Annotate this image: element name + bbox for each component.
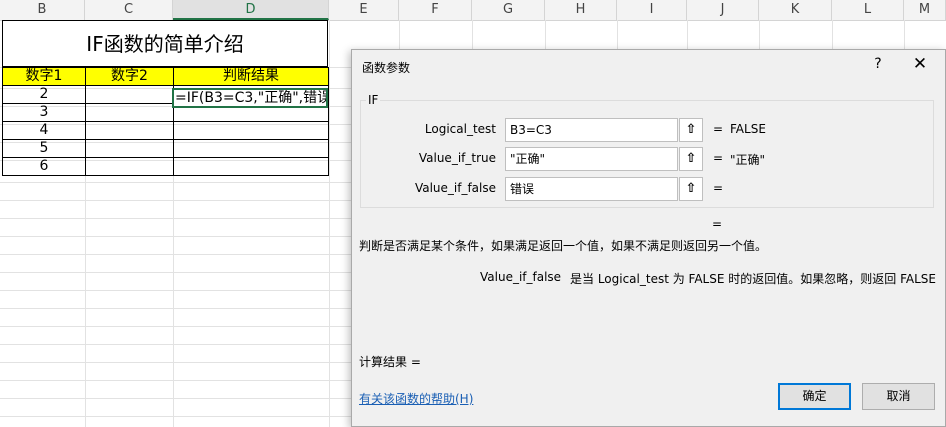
calc-result-label: 计算结果 = [359,355,421,369]
table-cell[interactable]: 2 [2,85,86,104]
argument-row-value-if-true: Value_if_true "正确" ⇧ = "正确" [352,146,946,171]
table-header-row: 数字1 数字2 判断结果 [2,67,329,86]
argument-row-logical-test: Logical_test B3=C3 ⇧ = FALSE [352,117,946,142]
table-cell[interactable] [173,121,329,140]
argument-result: "正确" [730,153,766,167]
column-header-c[interactable]: C [85,0,173,20]
argument-row-value-if-false: Value_if_false 错误 ⇧ = [352,176,946,201]
function-description: 判断是否满足某个条件，如果满足返回一个值，如果不满足则返回另一个值。 [359,239,768,253]
data-table: 数字1 数字2 判断结果 2 3 4 5 6 [2,67,329,176]
collapse-dialog-icon[interactable]: ⇧ [679,177,703,201]
ok-button[interactable]: 确定 [778,383,851,410]
column-header-f[interactable]: F [399,0,472,20]
logical-test-input[interactable]: B3=C3 [505,118,678,142]
table-cell[interactable] [85,121,174,140]
collapse-dialog-icon[interactable]: ⇧ [679,118,703,142]
column-header-m[interactable]: M [904,0,946,20]
sheet-title-cell[interactable]: IF函数的简单介绍 [2,20,328,67]
column-header-b[interactable]: B [0,0,85,20]
value-if-true-input[interactable]: "正确" [505,147,678,171]
column-header-e[interactable]: E [329,0,399,20]
equals-sign: = [713,122,724,136]
parameter-name: Value_if_false [480,270,562,284]
column-header-l[interactable]: L [832,0,904,20]
argument-label: Value_if_true [418,151,496,165]
dialog-title: 函数参数 [362,61,411,75]
table-cell[interactable] [85,139,174,158]
table-cell[interactable] [85,85,174,104]
collapse-dialog-icon[interactable]: ⇧ [679,147,703,171]
parameter-description: 是当 Logical_test 为 FALSE 时的返回值。如果忽略，则返回 F… [570,272,936,286]
table-cell[interactable]: 4 [2,121,86,140]
overall-equals-sign: = [712,217,723,231]
table-cell[interactable] [85,157,174,176]
column-header-g[interactable]: G [472,0,545,20]
cancel-button[interactable]: 取消 [862,383,935,410]
column-header-i[interactable]: I [617,0,687,20]
header-cell-number1[interactable]: 数字1 [2,67,86,86]
table-row: 6 [2,157,329,176]
argument-label: Value_if_false [414,181,496,195]
function-help-link[interactable]: 有关该函数的帮助(H) [359,390,473,407]
header-cell-number2[interactable]: 数字2 [85,67,174,86]
function-arguments-dialog: 函数参数 ? ✕ IF Logical_test B3=C3 ⇧ = FALSE… [351,49,946,427]
table-cell[interactable]: 6 [2,157,86,176]
column-header-j[interactable]: J [687,0,759,20]
close-icon[interactable]: ✕ [910,54,930,74]
table-cell[interactable] [85,103,174,122]
header-cell-result[interactable]: 判断结果 [173,67,329,86]
table-row: 5 [2,139,329,158]
help-icon[interactable]: ? [870,56,886,72]
argument-result: FALSE [730,122,766,136]
value-if-false-input[interactable]: 错误 [505,177,678,201]
function-name-label: IF [366,93,381,107]
equals-sign: = [713,151,724,165]
table-row: 4 [2,121,329,140]
equals-sign: = [713,181,724,195]
column-header-k[interactable]: K [759,0,832,20]
argument-label: Logical_test [424,122,496,136]
active-cell-formula[interactable]: =IF(B3=C3,"正确",错误) [172,88,328,108]
column-header-d[interactable]: D [173,0,329,20]
column-header-h[interactable]: H [545,0,617,20]
table-cell[interactable]: 3 [2,103,86,122]
table-cell[interactable]: 5 [2,139,86,158]
table-cell[interactable] [173,157,329,176]
table-cell[interactable] [173,139,329,158]
column-header-bar: B C D E F G H I J K L M [0,0,946,21]
